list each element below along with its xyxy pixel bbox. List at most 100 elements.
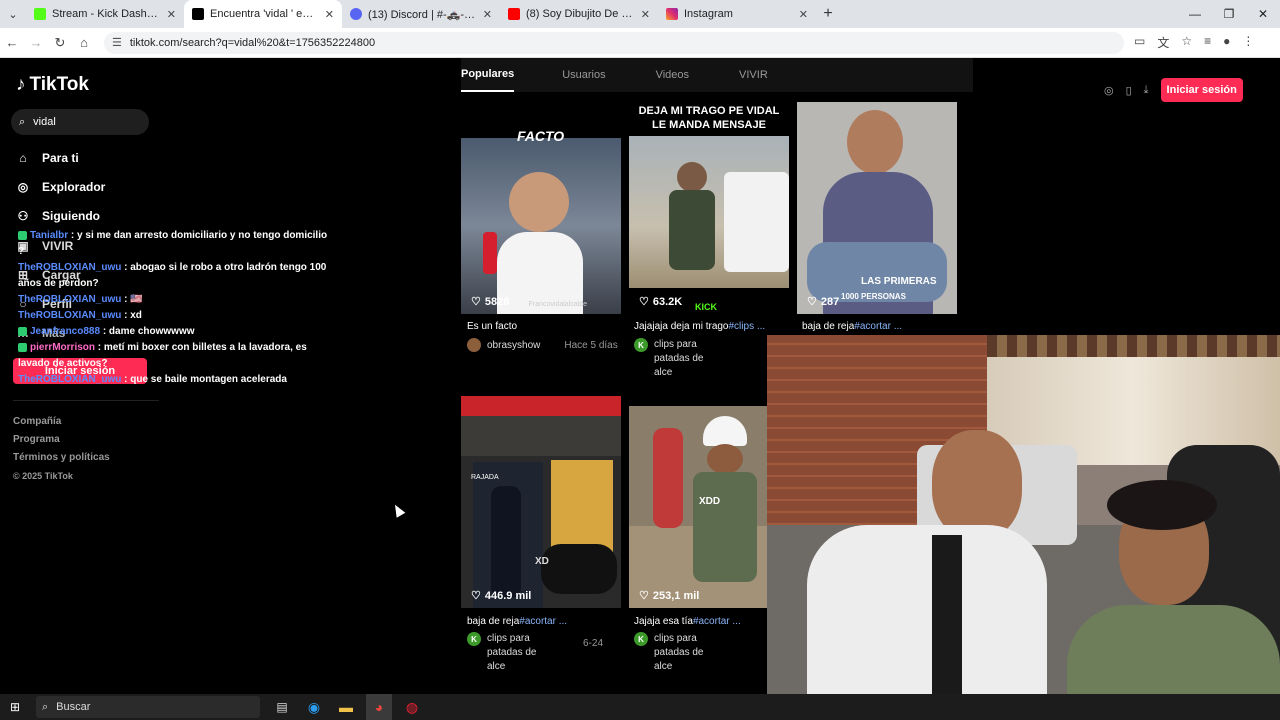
divider — [13, 400, 159, 401]
translate-icon[interactable]: 文 — [1157, 34, 1169, 51]
video-card[interactable]: XDD ♡ 253,1 mil — [629, 406, 767, 608]
site-info-icon[interactable]: ☰ — [112, 36, 122, 49]
video-author[interactable]: K clips para patadas de alce — [634, 632, 716, 674]
footer-link[interactable]: Compañía — [13, 413, 110, 431]
video-thumbnail[interactable]: DEJA MI TRAGO PE VIDAL LE MANDA MENSAJE … — [629, 102, 789, 314]
badge-icon — [18, 326, 27, 336]
video-caption[interactable]: Es un facto — [467, 321, 517, 332]
windows-taskbar: ⊞ ⌕ Buscar ▤ ◉ ▬ ◕ ◍ — [0, 694, 1280, 720]
video-card[interactable]: LAS PRIMERAS 1000 PERSONAS ♡ 287 — [797, 102, 957, 314]
video-author[interactable]: K clips para patadas de alce 6-24 — [467, 632, 603, 674]
home-icon[interactable]: ⌂ — [72, 35, 96, 50]
caption-hashtag[interactable]: #acortar ... — [693, 616, 741, 627]
media-icon[interactable]: ≡ — [1204, 34, 1211, 51]
video-card[interactable]: DEJA MI TRAGO PE VIDAL LE MANDA MENSAJE … — [629, 102, 789, 314]
minimize-icon[interactable]: — — [1178, 0, 1212, 28]
reload-icon[interactable]: ↻ — [48, 35, 72, 51]
restore-icon[interactable]: ❐ — [1212, 0, 1246, 28]
cast-icon[interactable]: ▭ — [1134, 34, 1145, 51]
browser-tab-active[interactable]: Encuentra 'vidal ' en TikTok | Bu ✕ — [184, 0, 342, 28]
like-count: ♡ 253,1 mil — [639, 589, 699, 603]
bookmark-star-icon[interactable]: ☆ — [1181, 34, 1192, 51]
file-explorer-icon[interactable]: ▬ — [334, 699, 358, 715]
footer-link[interactable]: Términos y políticas — [13, 449, 110, 467]
like-count: ♡ 63.2K — [639, 295, 682, 309]
forward-icon[interactable]: → — [24, 35, 48, 50]
caption-hashtag[interactable]: #acortar ... — [854, 321, 902, 332]
tab-search-icon[interactable]: ⌄ — [0, 0, 26, 28]
video-author[interactable]: K clips para patadas de alce 5 — [634, 338, 780, 380]
download-icon[interactable]: ⤓ — [1144, 84, 1149, 97]
chat-message: TheROBLOXIAN_uwu : 🇺🇸 — [18, 292, 330, 308]
chat-user: TheROBLOXIAN_uwu — [18, 310, 122, 321]
like-count: ♡ 287 — [807, 295, 839, 309]
tiktok-logo[interactable]: ♪ TikTok — [16, 74, 89, 96]
tab-videos[interactable]: Videos — [656, 58, 739, 92]
tab-label: (13) Discord | #-🚓-BIENVENI — [368, 8, 477, 21]
footer-link[interactable]: Programa — [13, 431, 110, 449]
youtube-favicon-icon — [508, 8, 520, 20]
nav-explorador[interactable]: ◎ Explorador — [16, 180, 106, 194]
compass-icon: ◎ — [17, 180, 29, 194]
mouse-cursor-icon — [390, 502, 406, 518]
url-bar[interactable]: ☰ tiktok.com/search?q=vidal%20&t=1756352… — [104, 31, 1124, 54]
video-author[interactable]: obrasyshow Hace 5 días — [467, 338, 618, 352]
video-caption[interactable]: Jajajaja deja mi trago#clips ... — [634, 321, 765, 332]
caption-hashtag[interactable]: #acortar ... — [519, 616, 567, 627]
video-thumbnail[interactable]: RAJADA XD ♡ 446.9 mil — [461, 396, 621, 608]
nav-siguiendo[interactable]: ⚇ Siguiendo — [16, 209, 100, 223]
chat-user: pierrMorrison — [30, 342, 96, 353]
coin-icon[interactable]: ◎ — [1104, 84, 1114, 97]
nav-para-ti[interactable]: ⌂ Para ti — [16, 151, 78, 165]
header-login-button[interactable]: Iniciar sesión — [1160, 78, 1243, 102]
browser-tab[interactable]: Instagram ✕ — [658, 0, 816, 28]
tab-vivir[interactable]: VIVIR — [739, 58, 796, 92]
close-window-icon[interactable]: ✕ — [1246, 0, 1280, 28]
profile-icon[interactable]: ● — [1223, 34, 1230, 51]
close-icon[interactable]: ✕ — [641, 8, 650, 21]
chat-message: Jeanfranco888 : dame chowwwww — [18, 324, 330, 340]
close-icon[interactable]: ✕ — [483, 8, 492, 21]
tab-usuarios[interactable]: Usuarios — [542, 58, 655, 92]
tiktok-note-icon: ♪ — [16, 74, 26, 95]
video-caption[interactable]: Jajaja esa tía#acortar ... — [634, 616, 741, 627]
chat-user: TheROBLOXIAN_uwu — [18, 374, 122, 385]
close-icon[interactable]: ✕ — [167, 8, 176, 21]
person-icon: ⚇ — [17, 209, 29, 223]
phone-icon[interactable]: ▯ — [1126, 84, 1132, 97]
close-icon[interactable]: ✕ — [325, 8, 334, 21]
browser-tab[interactable]: Stream - Kick Dashboard ✕ — [26, 0, 184, 28]
stream-chat-overlay: Tanialbr : y si me dan arresto domicilia… — [18, 228, 330, 388]
chrome-icon[interactable]: ◕ — [366, 694, 392, 720]
edge-icon[interactable]: ◉ — [302, 699, 326, 716]
tab-populares[interactable]: Populares — [461, 58, 515, 92]
chat-message: Tanialbr : y si me dan arresto domicilia… — [18, 228, 330, 260]
video-thumbnail[interactable]: LAS PRIMERAS 1000 PERSONAS ♡ 287 — [797, 102, 957, 314]
heart-icon: ♡ — [807, 296, 817, 308]
video-overlay-text: FACTO — [517, 128, 565, 144]
browser-tab[interactable]: (8) Soy Dibujito De Corazón / H ✕ — [500, 0, 658, 28]
back-icon[interactable]: ← — [0, 35, 24, 50]
close-icon[interactable]: ✕ — [799, 8, 808, 21]
task-view-icon[interactable]: ▤ — [270, 700, 294, 714]
video-caption[interactable]: baja de reja#acortar ... — [802, 321, 902, 332]
browser-tab[interactable]: (13) Discord | #-🚓-BIENVENI ✕ — [342, 0, 500, 28]
video-caption[interactable]: baja de reja#acortar ... — [467, 616, 567, 627]
search-input[interactable]: ⌕ vidal — [11, 109, 149, 135]
video-thumbnail[interactable]: XDD ♡ 253,1 mil — [629, 406, 767, 608]
author-name: clips para patadas de alce — [487, 633, 537, 672]
video-overlay-text: XD — [535, 556, 549, 567]
video-card[interactable]: FACTO Francovidalalcalde ♡ 5828 — [461, 102, 621, 358]
kick-avatar-icon: K — [467, 632, 481, 646]
author-name: clips para patadas de alce — [654, 633, 704, 672]
taskbar-search-input[interactable]: ⌕ Buscar — [36, 696, 260, 718]
new-tab-button[interactable]: + — [816, 0, 840, 28]
chat-text: : que se baile montagen acelerada — [121, 374, 287, 385]
caption-hashtag[interactable]: #clips ... — [729, 321, 766, 332]
video-thumbnail[interactable]: FACTO Francovidalalcalde ♡ 5828 — [461, 102, 621, 314]
windows-start-icon[interactable]: ⊞ — [0, 700, 30, 714]
menu-dots-icon[interactable]: ⋮ — [1242, 34, 1254, 51]
obs-icon[interactable]: ◍ — [400, 699, 424, 716]
video-card[interactable]: RAJADA XD ♡ 446.9 mil — [461, 396, 621, 608]
watermark-text: Francovidalalcalde — [528, 301, 587, 308]
